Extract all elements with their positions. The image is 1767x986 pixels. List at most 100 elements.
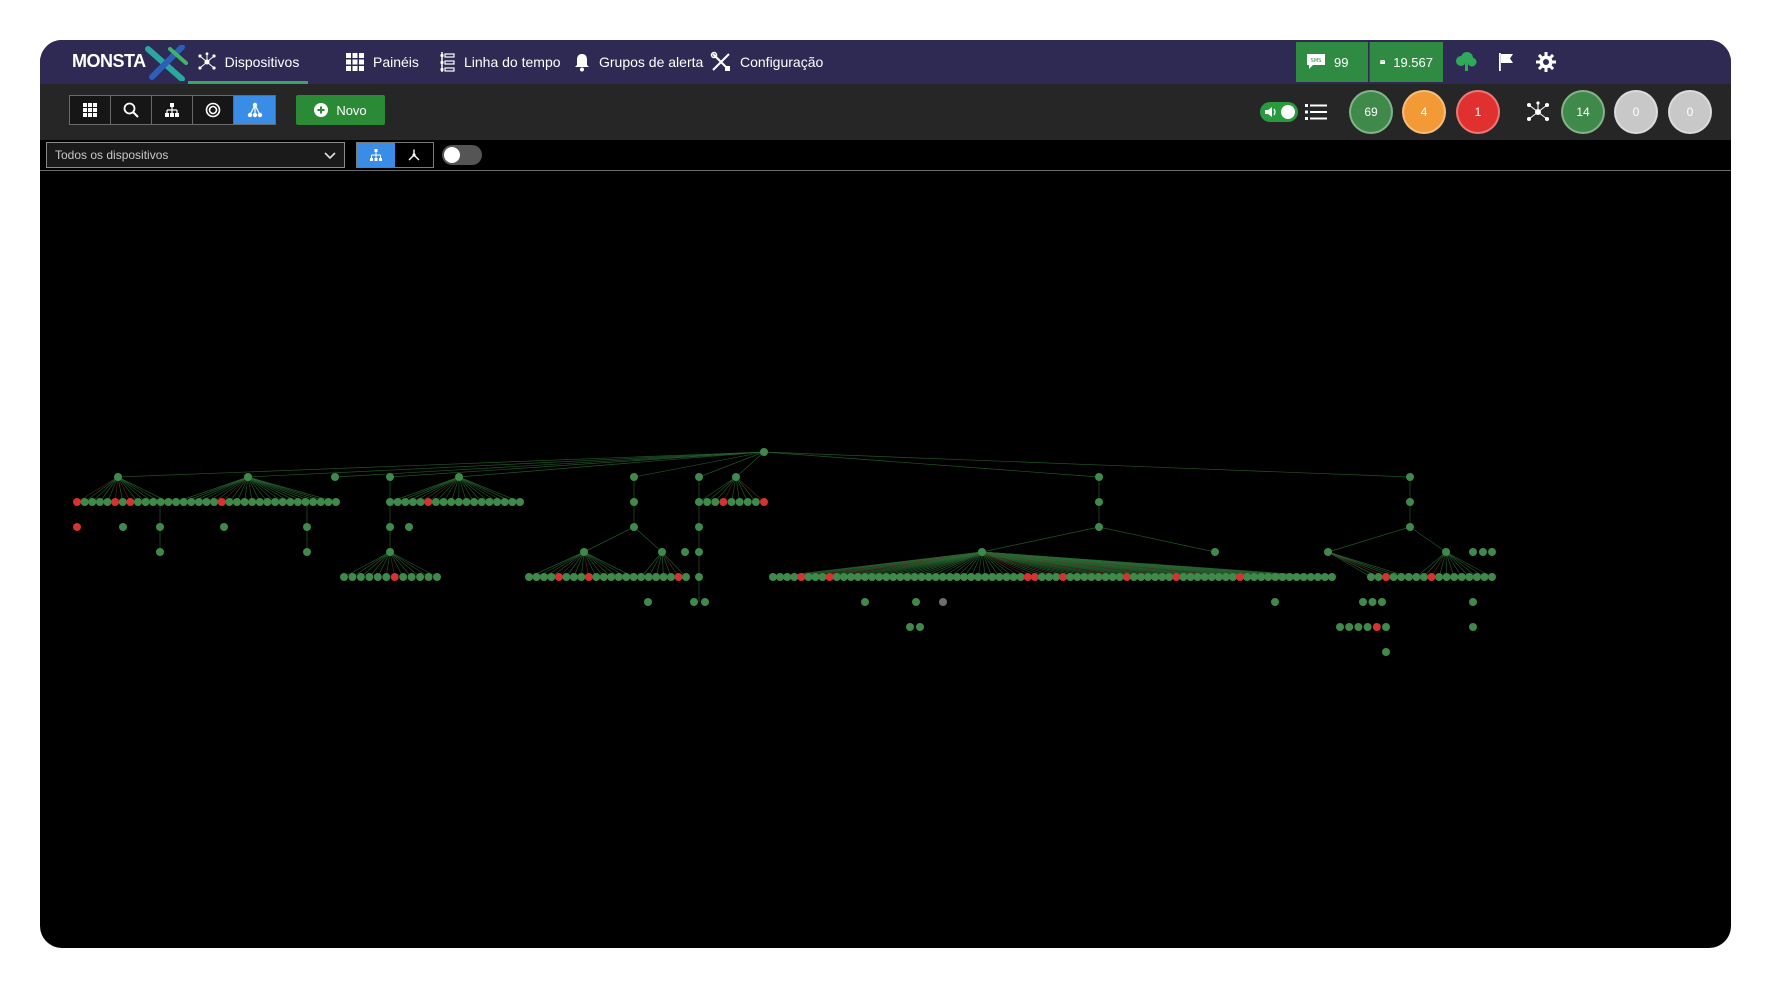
device-node[interactable] — [1397, 573, 1406, 581]
device-node[interactable] — [1250, 573, 1259, 581]
device-node[interactable] — [424, 573, 433, 581]
topology-unknown-count-a[interactable]: 0 — [1614, 90, 1658, 134]
device-node[interactable] — [967, 573, 976, 581]
device-node[interactable] — [1087, 573, 1096, 581]
device-node[interactable] — [1059, 573, 1068, 581]
device-node[interactable] — [278, 498, 287, 506]
device-node[interactable] — [149, 498, 158, 506]
device-node[interactable] — [658, 548, 666, 556]
device-node[interactable] — [690, 598, 698, 606]
device-node[interactable] — [1469, 548, 1477, 556]
device-node[interactable] — [187, 498, 196, 506]
device-node[interactable] — [875, 573, 884, 581]
device-node[interactable] — [861, 598, 869, 606]
device-node[interactable] — [95, 498, 104, 506]
device-node[interactable] — [1094, 573, 1103, 581]
device-node[interactable] — [981, 573, 990, 581]
device-node[interactable] — [1095, 498, 1103, 506]
device-node[interactable] — [525, 573, 533, 581]
device-node[interactable] — [141, 498, 150, 506]
settings-button[interactable] — [1532, 48, 1560, 76]
device-node[interactable] — [1299, 573, 1308, 581]
topology-unknown-count-b[interactable]: 0 — [1668, 90, 1712, 134]
radial-view-button[interactable] — [193, 96, 234, 124]
device-node[interactable] — [408, 498, 417, 506]
device-node[interactable] — [584, 573, 593, 581]
device-node[interactable] — [562, 573, 571, 581]
device-node[interactable] — [952, 573, 961, 581]
nav-dispositivos[interactable]: Dispositivos — [188, 40, 308, 84]
device-node[interactable] — [390, 573, 399, 581]
topology-ok-count[interactable]: 14 — [1561, 90, 1605, 134]
device-node[interactable] — [301, 498, 310, 506]
device-node[interactable] — [293, 498, 302, 506]
device-node[interactable] — [340, 573, 348, 581]
device-node[interactable] — [1382, 648, 1390, 656]
device-node[interactable] — [532, 573, 541, 581]
device-node[interactable] — [554, 573, 563, 581]
device-node[interactable] — [681, 548, 689, 556]
device-node[interactable] — [1406, 473, 1414, 481]
device-node[interactable] — [500, 498, 509, 506]
device-node[interactable] — [255, 498, 264, 506]
list-view-button[interactable] — [1302, 98, 1330, 126]
device-node[interactable] — [629, 573, 638, 581]
device-node[interactable] — [1472, 573, 1481, 581]
device-node[interactable] — [924, 573, 933, 581]
device-node[interactable] — [405, 523, 413, 531]
device-node[interactable] — [164, 498, 173, 506]
device-node[interactable] — [386, 498, 394, 506]
device-node[interactable] — [1016, 573, 1025, 581]
device-node[interactable] — [667, 573, 676, 581]
nav-paineis[interactable]: Painéis — [345, 40, 419, 84]
device-node[interactable] — [194, 498, 203, 506]
device-node[interactable] — [846, 573, 855, 581]
nav-linha-do-tempo[interactable]: Linha do tempo — [438, 40, 561, 84]
device-node[interactable] — [703, 498, 712, 506]
device-node[interactable] — [853, 573, 862, 581]
topology-view-button[interactable] — [234, 96, 275, 124]
grid-view-button[interactable] — [70, 96, 111, 124]
device-node[interactable] — [1412, 573, 1421, 581]
device-node[interactable] — [1336, 623, 1344, 631]
device-node[interactable] — [1378, 598, 1386, 606]
device-node[interactable] — [811, 573, 820, 581]
device-node[interactable] — [1214, 573, 1223, 581]
device-node[interactable] — [1193, 573, 1202, 581]
device-node[interactable] — [220, 523, 228, 531]
device-node[interactable] — [804, 573, 813, 581]
device-node[interactable] — [516, 498, 524, 506]
device-node[interactable] — [818, 573, 827, 581]
device-node[interactable] — [1129, 573, 1138, 581]
device-node[interactable] — [695, 473, 703, 481]
device-node[interactable] — [1122, 573, 1131, 581]
device-node[interactable] — [569, 573, 578, 581]
device-node[interactable] — [248, 498, 257, 506]
device-node[interactable] — [1389, 573, 1398, 581]
device-node[interactable] — [156, 548, 164, 556]
device-node[interactable] — [424, 498, 433, 506]
device-node[interactable] — [1406, 523, 1414, 531]
device-node[interactable] — [988, 573, 997, 581]
device-node[interactable] — [695, 573, 703, 581]
radial-layout-button[interactable] — [395, 143, 433, 167]
device-node[interactable] — [1179, 573, 1188, 581]
device-node[interactable] — [433, 573, 441, 581]
device-node[interactable] — [271, 498, 280, 506]
status-ok-count[interactable]: 69 — [1349, 90, 1393, 134]
device-node[interactable] — [386, 473, 394, 481]
device-node[interactable] — [760, 448, 768, 456]
device-node[interactable] — [630, 498, 638, 506]
device-node[interactable] — [868, 573, 877, 581]
device-node[interactable] — [1211, 548, 1219, 556]
device-node[interactable] — [751, 498, 760, 506]
device-filter-select[interactable]: Todos os dispositivos — [46, 142, 345, 168]
flag-button[interactable] — [1492, 48, 1520, 76]
device-node[interactable] — [732, 473, 740, 481]
device-node[interactable] — [1009, 573, 1018, 581]
sound-toggle[interactable] — [1260, 102, 1298, 122]
device-node[interactable] — [454, 498, 463, 506]
device-node[interactable] — [1278, 573, 1287, 581]
device-node[interactable] — [331, 473, 339, 481]
device-node[interactable] — [1172, 573, 1181, 581]
